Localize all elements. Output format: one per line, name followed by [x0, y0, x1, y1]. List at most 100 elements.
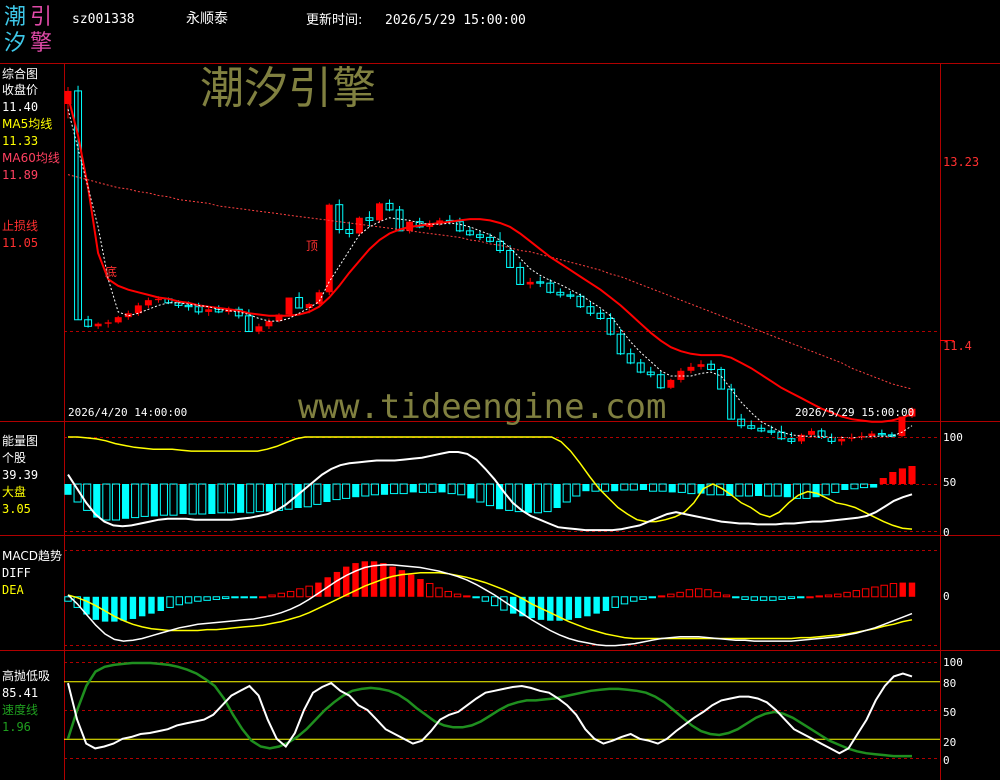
- macd-bar: [472, 596, 480, 599]
- speed-label: 速度线: [2, 703, 39, 717]
- energy-bar: [121, 484, 130, 519]
- macd-axis-0: 0: [943, 590, 950, 603]
- energy-bar: [150, 484, 158, 517]
- energy-market-value: 3.05: [2, 502, 31, 516]
- energy-bar: [323, 484, 331, 502]
- candle-body: [104, 322, 112, 324]
- energy-title: 能量图: [2, 434, 39, 448]
- candle-body: [255, 326, 263, 332]
- macd-bar: [389, 566, 396, 597]
- diff-label: DIFF: [2, 566, 31, 580]
- candle-body: [697, 364, 705, 367]
- price-axis-label-high: 13.23: [943, 155, 979, 169]
- macd-bar: [899, 582, 906, 597]
- energy-bar: [409, 484, 417, 493]
- macd-bar: [240, 596, 248, 599]
- candle-body: [808, 430, 815, 435]
- close-label: 收盘价: [2, 83, 39, 97]
- macd-bar: [120, 596, 127, 621]
- energy-bar: [237, 484, 245, 513]
- candle-body: [526, 281, 534, 285]
- candle-body: [144, 300, 152, 306]
- energy-bar: [841, 484, 849, 490]
- macd-bar: [806, 596, 814, 599]
- energy-axis-50: 50: [943, 476, 956, 489]
- macd-bar: [657, 595, 666, 598]
- candle-body: [285, 297, 293, 315]
- candle-body: [667, 379, 675, 388]
- price-start-time: 2026/4/20 14:00:00: [68, 406, 187, 419]
- energy-bar: [668, 484, 676, 493]
- price-title: 综合图: [2, 67, 39, 81]
- stock-name: 永顺泰: [186, 11, 228, 27]
- logo-char-1: 潮: [4, 5, 26, 30]
- update-label: 更新时间:: [306, 12, 362, 28]
- macd-bar: [333, 571, 341, 597]
- macd-bar: [574, 596, 582, 619]
- energy-bar: [908, 466, 916, 484]
- macd-bar: [528, 596, 535, 619]
- candle-body: [325, 204, 333, 293]
- macd-bar: [593, 596, 600, 614]
- macd-bar: [138, 596, 146, 617]
- candle-body: [205, 309, 213, 312]
- swing-value: 85.41: [2, 686, 39, 700]
- energy-bar: [553, 484, 561, 508]
- energy-bar: [265, 484, 273, 512]
- macd-bar: [796, 596, 805, 599]
- energy-bar: [898, 468, 906, 484]
- ma60-label: MA60均线: [2, 151, 60, 165]
- energy-axis-0: 0: [943, 526, 950, 539]
- chart-canvas: 潮 引 汐 擎 sz001338 永顺泰 更新时间: 2026/5/29 15:…: [0, 0, 1000, 780]
- candle-body: [838, 438, 846, 442]
- energy-bar: [352, 484, 360, 498]
- macd-bar: [129, 596, 137, 619]
- candle-body: [677, 370, 685, 380]
- candle-body: [265, 321, 273, 327]
- energy-bar: [783, 484, 791, 498]
- energy-bar: [754, 484, 763, 496]
- close-value: 11.40: [2, 100, 39, 114]
- energy-bar: [611, 484, 619, 492]
- candle-body: [154, 298, 162, 301]
- energy-bar: [639, 484, 648, 490]
- logo-char-3: 汐: [4, 31, 26, 56]
- candle-body: [94, 323, 102, 327]
- macd-bar: [908, 582, 916, 597]
- swing-axis-50: 50: [943, 706, 956, 719]
- ma60-value: 11.89: [2, 168, 39, 182]
- price-axis-label-low: 11.4: [943, 339, 972, 353]
- energy-bar: [879, 478, 887, 484]
- macd-bar: [815, 595, 823, 598]
- energy-bar: [467, 484, 475, 499]
- energy-bar: [179, 484, 187, 514]
- swing-title: 高抛低吸: [2, 669, 51, 683]
- macd-bar: [417, 579, 424, 597]
- macd-bar: [407, 574, 415, 597]
- logo-char-2: 引: [30, 5, 52, 30]
- price-end-time: 2026/5/29 15:00:00: [795, 406, 914, 419]
- energy-bar: [64, 484, 72, 495]
- top-marker: 顶: [306, 239, 318, 253]
- energy-bar: [582, 484, 590, 492]
- swing-axis-20: 20: [943, 736, 956, 749]
- energy-bar: [524, 484, 532, 513]
- energy-market-label: 大盘: [2, 485, 27, 499]
- energy-bar: [870, 484, 878, 488]
- energy-axis-100: 100: [943, 431, 963, 444]
- update-time: 2026/5/29 15:00:00: [385, 13, 526, 28]
- swing-axis-100: 100: [943, 656, 963, 669]
- energy-stock-label: 个股: [2, 451, 27, 465]
- bottom-marker: 底: [105, 264, 117, 279]
- swing-axis-80: 80: [943, 677, 956, 690]
- macd-bar: [648, 596, 657, 599]
- energy-bar: [812, 484, 820, 498]
- swing-axis-0: 0: [943, 754, 950, 767]
- ma5-value: 11.33: [2, 134, 39, 148]
- energy-bar: [438, 484, 446, 493]
- macd-bar: [148, 596, 155, 614]
- macd-bar: [602, 596, 610, 611]
- energy-bar: [208, 484, 216, 514]
- speed-value: 1.96: [2, 720, 31, 734]
- macd-bar: [547, 596, 554, 621]
